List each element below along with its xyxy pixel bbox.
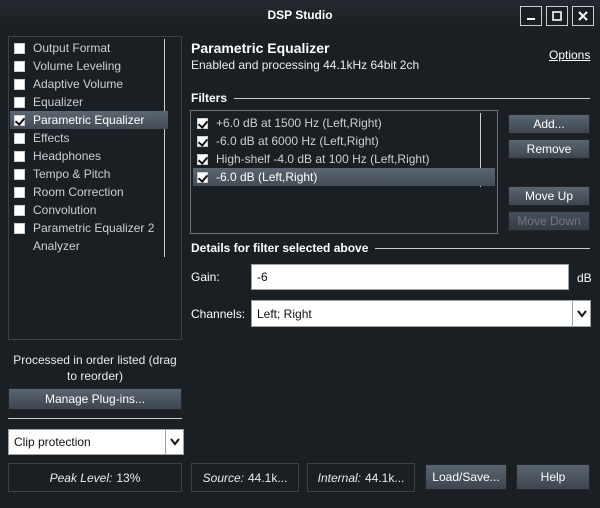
- window-title: DSP Studio: [267, 8, 333, 22]
- sidebar-item-label: Convolution: [33, 203, 97, 217]
- plugin-checkbox[interactable]: [14, 132, 25, 144]
- gain-input[interactable]: -6: [251, 264, 569, 290]
- filter-row[interactable]: -6.0 dB (Left,Right): [193, 168, 495, 186]
- plugin-checkbox[interactable]: [14, 168, 25, 180]
- internal-label: Internal:: [317, 470, 361, 485]
- sidebar-item-label: Parametric Equalizer: [33, 113, 145, 127]
- source-value: 44.1k...: [248, 470, 288, 485]
- filter-row[interactable]: +6.0 dB at 1500 Hz (Left,Right): [193, 114, 495, 132]
- chevron-down-icon[interactable]: [165, 430, 183, 454]
- sidebar-item-label: Room Correction: [33, 185, 124, 199]
- clip-protection-value: Clip protection: [14, 435, 91, 449]
- plugin-checkbox[interactable]: [14, 60, 25, 72]
- filter-label: -6.0 dB at 6000 Hz (Left,Right): [216, 134, 379, 148]
- internal-status: Internal: 44.1k...: [307, 463, 415, 492]
- filters-heading: Filters: [191, 91, 228, 105]
- filters-list[interactable]: +6.0 dB at 1500 Hz (Left,Right) -6.0 dB a…: [190, 110, 498, 234]
- peak-level-value: 13%: [116, 470, 141, 485]
- sidebar-item-tempo-pitch[interactable]: Tempo & Pitch: [10, 165, 168, 183]
- plugin-checkbox[interactable]: [14, 186, 25, 198]
- clip-protection-select[interactable]: Clip protection: [8, 429, 184, 455]
- source-status: Source: 44.1k...: [191, 463, 299, 492]
- sidebar-item-label: Headphones: [33, 149, 102, 163]
- filter-checkbox[interactable]: [197, 135, 208, 147]
- filter-checkbox[interactable]: [197, 153, 208, 165]
- sidebar-item-convolution[interactable]: Convolution: [10, 201, 168, 219]
- filters-divider: [234, 98, 590, 99]
- sidebar-item-room-correction[interactable]: Room Correction: [10, 183, 168, 201]
- sidebar-item-effects[interactable]: Effects: [10, 129, 168, 147]
- sidebar-item-label: Volume Leveling: [33, 59, 122, 73]
- gain-unit: dB: [577, 271, 592, 285]
- sidebar-item-parametric-equalizer-2[interactable]: Parametric Equalizer 2: [10, 219, 168, 237]
- filter-row[interactable]: -6.0 dB at 6000 Hz (Left,Right): [193, 132, 495, 150]
- details-heading: Details for filter selected above: [191, 241, 369, 255]
- plugin-checkbox[interactable]: [14, 42, 25, 54]
- order-note: Processed in order listed (drag to reord…: [13, 353, 177, 383]
- plugin-checkbox[interactable]: [14, 150, 25, 162]
- plugin-checkbox[interactable]: [14, 114, 25, 126]
- sidebar-item-label: Output Format: [33, 41, 111, 55]
- divider: [8, 418, 182, 419]
- sidebar-item-label: Analyzer: [33, 239, 80, 253]
- filter-label: High-shelf -4.0 dB at 100 Hz (Left,Right…: [216, 152, 430, 166]
- chevron-down-icon[interactable]: [572, 301, 590, 326]
- sidebar-item-label: Effects: [33, 131, 70, 145]
- manage-plugins-button[interactable]: Manage Plug-ins...: [8, 388, 182, 410]
- filter-row[interactable]: High-shelf -4.0 dB at 100 Hz (Left,Right…: [193, 150, 495, 168]
- details-divider: [375, 248, 590, 249]
- peak-level-status: Peak Level: 13%: [8, 463, 182, 492]
- close-icon: [578, 11, 588, 21]
- close-button[interactable]: [572, 6, 594, 26]
- sidebar-item-output-format[interactable]: Output Format: [10, 39, 168, 57]
- sidebar-item-headphones[interactable]: Headphones: [10, 147, 168, 165]
- minimize-button[interactable]: [520, 6, 542, 26]
- add-filter-button[interactable]: Add...: [508, 114, 590, 134]
- sidebar-item-volume-leveling[interactable]: Volume Leveling: [10, 57, 168, 75]
- gain-value: -6: [257, 270, 268, 284]
- plugin-checkbox[interactable]: [14, 204, 25, 216]
- plugin-checkbox[interactable]: [14, 222, 25, 234]
- load-save-button[interactable]: Load/Save...: [425, 464, 507, 490]
- page-title: Parametric Equalizer: [191, 40, 330, 56]
- gain-label: Gain:: [191, 270, 220, 284]
- sidebar-item-equalizer[interactable]: Equalizer: [10, 93, 168, 111]
- maximize-button[interactable]: [546, 6, 568, 26]
- options-link[interactable]: Options: [549, 48, 590, 62]
- title-bar: DSP Studio: [0, 0, 600, 30]
- filter-checkbox[interactable]: [197, 171, 208, 183]
- plugin-checkbox[interactable]: [14, 96, 25, 108]
- plugin-checkbox[interactable]: [14, 78, 25, 90]
- remove-filter-button[interactable]: Remove: [508, 139, 590, 159]
- sidebar-item-analyzer[interactable]: Analyzer: [10, 237, 168, 255]
- maximize-icon: [552, 11, 562, 21]
- minimize-icon: [526, 11, 536, 21]
- sidebar-item-label: Equalizer: [33, 95, 84, 109]
- peak-level-label: Peak Level:: [49, 470, 113, 485]
- plugin-checkbox-placeholder: [14, 241, 25, 252]
- help-button[interactable]: Help: [516, 464, 590, 490]
- filter-label: +6.0 dB at 1500 Hz (Left,Right): [216, 116, 382, 130]
- source-label: Source:: [202, 470, 244, 485]
- move-down-button[interactable]: Move Down: [508, 211, 590, 231]
- sidebar-item-adaptive-volume[interactable]: Adaptive Volume: [10, 75, 168, 93]
- filter-label: -6.0 dB (Left,Right): [216, 170, 318, 184]
- sidebar-item-label: Tempo & Pitch: [33, 167, 111, 181]
- processing-status: Enabled and processing 44.1kHz 64bit 2ch: [191, 58, 420, 72]
- channels-value: Left; Right: [257, 306, 312, 321]
- plugin-list[interactable]: Output Format Volume Leveling Adaptive Vol…: [8, 36, 182, 340]
- channels-label: Channels:: [191, 307, 246, 321]
- internal-value: 44.1k...: [365, 470, 405, 485]
- sidebar-item-parametric-equalizer[interactable]: Parametric Equalizer: [10, 111, 168, 129]
- channels-select[interactable]: Left; Right: [251, 300, 591, 327]
- move-up-button[interactable]: Move Up: [508, 186, 590, 206]
- sidebar-item-label: Adaptive Volume: [33, 77, 124, 91]
- sidebar-item-label: Parametric Equalizer 2: [33, 221, 155, 235]
- filter-checkbox[interactable]: [197, 117, 208, 129]
